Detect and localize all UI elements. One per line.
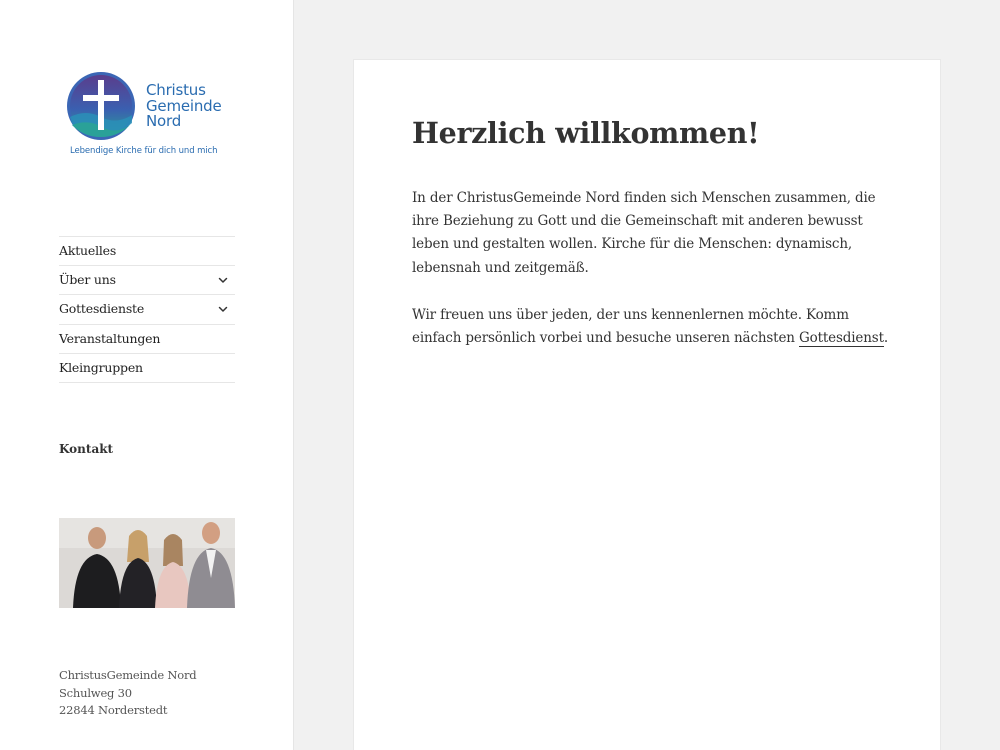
chevron-down-icon[interactable] xyxy=(215,301,231,317)
nav-item-gottesdienste[interactable]: Gottesdienste xyxy=(59,295,235,325)
nav-item-kleingruppen[interactable]: Kleingruppen xyxy=(59,354,235,383)
chevron-down-icon[interactable] xyxy=(215,272,231,288)
address-city: 22844 Norderstedt xyxy=(59,703,168,717)
logo-line-3: Nord xyxy=(146,112,182,130)
logo-wordmark: Christus Gemeinde Nord xyxy=(146,82,222,130)
team-photo xyxy=(59,518,235,608)
intro-paragraph: In der ChristusGemeinde Nord finden sich… xyxy=(412,190,876,276)
team-photo-image xyxy=(59,518,235,608)
address-street: Schulweg 30 xyxy=(59,685,132,700)
contact-address: ChristusGemeinde Nord Schulweg 30 22844 … xyxy=(59,667,197,720)
nav-item-veranstaltungen[interactable]: Veranstaltungen xyxy=(59,325,235,354)
site-logo[interactable]: Christus Gemeinde Nord Lebendige Kirche … xyxy=(66,71,236,161)
logo-tagline: Lebendige Kirche für dich und mich xyxy=(70,146,218,156)
nav-item-label: Kleingruppen xyxy=(59,359,143,375)
gottesdienst-link[interactable]: Gottesdienst xyxy=(798,330,884,348)
nav-item-label: Aktuelles xyxy=(59,243,117,258)
cross-logo-icon xyxy=(67,72,135,140)
main-navigation: Aktuelles Über uns Gottesdienste Veranst… xyxy=(59,236,235,383)
nav-item-label: Über uns xyxy=(59,272,116,288)
invitation-end: . xyxy=(883,330,889,347)
page-title: Herzlich willkommen! xyxy=(412,116,760,150)
main-content-card: Herzlich willkommen! In der ChristusGeme… xyxy=(353,59,941,750)
nav-item-aktuelles[interactable]: Aktuelles xyxy=(59,237,235,267)
nav-item-label: Veranstaltungen xyxy=(59,330,161,346)
widget-title-kontakt: Kontakt xyxy=(59,442,114,456)
invitation-paragraph: Wir freuen uns über jeden, der uns kenne… xyxy=(412,304,892,350)
nav-item-label: Gottesdienste xyxy=(59,301,145,317)
sidebar: Christus Gemeinde Nord Lebendige Kirche … xyxy=(0,0,294,750)
nav-item-ueber-uns[interactable]: Über uns xyxy=(59,266,235,296)
address-name: ChristusGemeinde Nord xyxy=(59,668,197,682)
invitation-text: Wir freuen uns über jeden, der uns kenne… xyxy=(412,307,849,347)
